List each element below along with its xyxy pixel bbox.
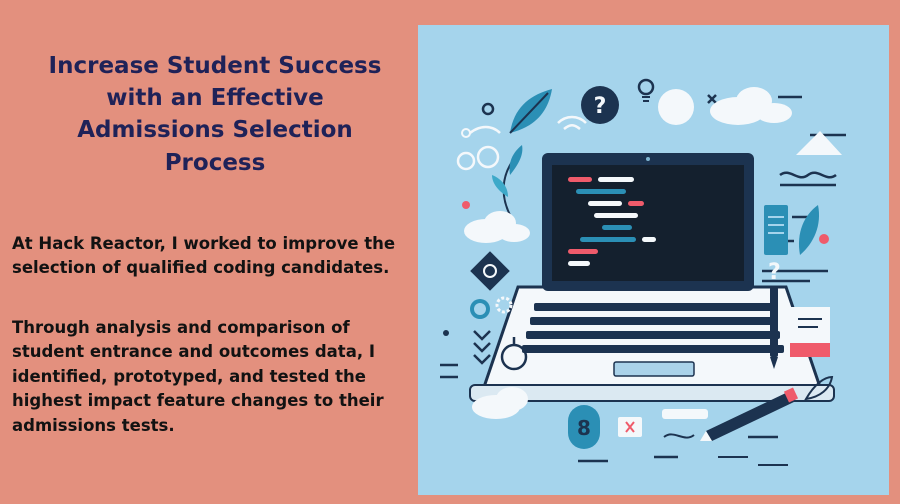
trackpad — [613, 361, 695, 377]
leaf-icon — [798, 205, 820, 255]
illustration-panel: ? ? 8 — [418, 25, 889, 495]
infinity-icon: 8 — [568, 405, 600, 449]
magnifier-icon — [470, 299, 490, 319]
close-icon — [618, 417, 642, 437]
question-icon: ? — [581, 86, 619, 124]
cloud-icon — [464, 211, 530, 243]
svg-text:8: 8 — [577, 416, 591, 440]
moon-icon — [658, 89, 694, 125]
intro-paragraph: At Hack Reactor, I worked to improve the… — [12, 234, 396, 278]
detail-paragraph: Through analysis and comparison of stude… — [12, 318, 384, 435]
leaf-icon — [509, 89, 552, 134]
close-icon — [707, 94, 717, 104]
chevrons-icon — [473, 330, 491, 365]
svg-text:?: ? — [594, 94, 607, 119]
lightbulb-icon — [637, 78, 655, 102]
laptop-illustration: ? ? 8 — [440, 78, 846, 466]
svg-text:?: ? — [768, 260, 781, 285]
bookmark-icon — [764, 205, 788, 255]
pen-icon — [770, 287, 778, 369]
plant-icon — [492, 145, 523, 216]
diamond-icon — [470, 251, 510, 291]
gear-icon — [495, 296, 513, 314]
wifi-icon — [557, 115, 587, 130]
page-title: Increase Student Success with an Effecti… — [48, 53, 382, 176]
cloud-icon — [710, 87, 792, 125]
sticky-note-icon — [790, 307, 830, 357]
